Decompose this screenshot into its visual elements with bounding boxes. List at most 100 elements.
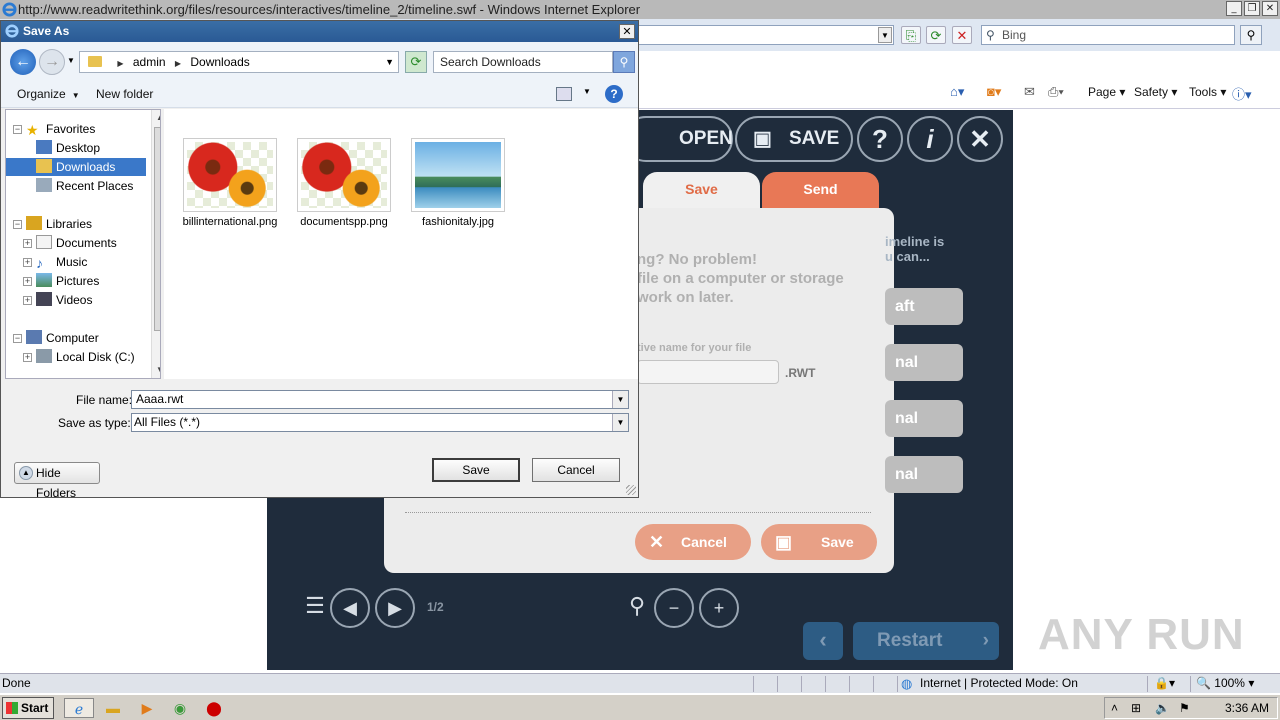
- ie-taskbar-icon[interactable]: ℯ: [64, 698, 94, 718]
- new-folder-button[interactable]: New folder: [96, 87, 153, 101]
- tab-send[interactable]: Send: [762, 172, 879, 210]
- chrome-icon[interactable]: ◉: [169, 698, 191, 718]
- flash-file-name-input[interactable]: [637, 360, 779, 384]
- breadcrumb-admin[interactable]: admin: [133, 55, 166, 69]
- close-window-button[interactable]: ✕: [1262, 1, 1278, 16]
- address-bar[interactable]: ▼: [638, 25, 894, 45]
- side-option-button[interactable]: nal: [885, 456, 963, 493]
- restore-button[interactable]: ❐: [1244, 1, 1260, 16]
- compatibility-icon[interactable]: ⎘: [901, 26, 921, 44]
- stop-icon[interactable]: ✕: [952, 26, 972, 44]
- flash-save-button[interactable]: ▣ Save: [761, 524, 877, 560]
- hide-folders-button[interactable]: ▲ Hide Folders: [14, 462, 100, 500]
- resize-grip-icon[interactable]: [626, 485, 636, 495]
- tray-expand-icon[interactable]: ˄: [1111, 698, 1118, 718]
- back-arrow-icon[interactable]: ‹: [803, 622, 843, 660]
- explorer-folder-icon[interactable]: ▬: [102, 698, 124, 718]
- save-toolbar-button[interactable]: ▣ SAVE: [735, 116, 853, 162]
- scroll-down-icon[interactable]: ▼: [152, 362, 160, 378]
- expand-icon[interactable]: +: [23, 353, 32, 362]
- tree-item-desktop[interactable]: Desktop: [36, 139, 100, 157]
- collapse-icon[interactable]: −: [13, 334, 22, 343]
- tree-item-music[interactable]: ♪ Music: [36, 253, 87, 271]
- save-as-type-select[interactable]: All Files (*.*) ▼: [131, 413, 629, 432]
- tools-menu[interactable]: Tools ▾: [1189, 85, 1226, 99]
- chevron-right-icon[interactable]: ▶: [117, 59, 123, 68]
- media-player-icon[interactable]: ▶: [136, 698, 158, 718]
- opera-icon[interactable]: ⬤: [203, 698, 225, 718]
- zoom-in-icon[interactable]: +: [699, 588, 739, 628]
- expand-icon[interactable]: +: [23, 239, 32, 248]
- flash-cancel-button[interactable]: ✕ Cancel: [635, 524, 751, 560]
- mail-icon[interactable]: ✉: [1024, 84, 1035, 100]
- volume-icon[interactable]: 🔈: [1155, 698, 1170, 718]
- list-view-icon[interactable]: ☰: [295, 588, 335, 628]
- address-dropdown-icon[interactable]: ▼: [878, 27, 892, 43]
- bing-search-input[interactable]: ⚲ Bing: [981, 25, 1235, 45]
- search-icon[interactable]: ⚲: [613, 51, 635, 73]
- zoom-out-icon[interactable]: −: [654, 588, 694, 628]
- view-dropdown-icon[interactable]: ▼: [583, 87, 591, 96]
- organize-button[interactable]: Organize ▼: [17, 87, 80, 101]
- tree-scrollbar[interactable]: ▲ ▼: [151, 110, 160, 378]
- cancel-button[interactable]: Cancel: [532, 458, 620, 482]
- clock[interactable]: 3:36 AM: [1225, 698, 1269, 718]
- tree-item-videos[interactable]: Videos: [36, 291, 92, 309]
- zoom-level[interactable]: 🔍 100% ▾: [1196, 674, 1254, 693]
- back-button[interactable]: ←: [10, 49, 36, 75]
- page-menu[interactable]: Page ▾: [1088, 85, 1125, 99]
- network-icon[interactable]: ⊞: [1131, 698, 1141, 718]
- protected-mode-icon[interactable]: 🔒▾: [1154, 674, 1175, 693]
- open-button[interactable]: OPEN: [623, 116, 733, 162]
- refresh-button[interactable]: ⟳: [405, 51, 427, 73]
- zoom-icon[interactable]: ⚲: [617, 588, 657, 628]
- file-item[interactable]: fashionitaly.jpg: [398, 138, 518, 228]
- info-round-button[interactable]: i: [907, 116, 953, 162]
- file-item[interactable]: billinternational.png: [170, 138, 290, 228]
- start-button[interactable]: Start: [2, 697, 54, 719]
- tree-item-pictures[interactable]: Pictures: [36, 272, 99, 290]
- side-option-button[interactable]: nal: [885, 344, 963, 381]
- close-round-button[interactable]: ✕: [957, 116, 1003, 162]
- side-option-button[interactable]: aft: [885, 288, 963, 325]
- expand-icon[interactable]: +: [23, 277, 32, 286]
- restart-button[interactable]: Restart ›: [853, 622, 999, 660]
- side-option-button[interactable]: nal: [885, 400, 963, 437]
- chevron-down-icon[interactable]: ▼: [612, 391, 628, 408]
- tree-item-downloads[interactable]: Downloads: [6, 158, 146, 176]
- scrollbar-thumb[interactable]: [154, 127, 160, 331]
- minimize-button[interactable]: _: [1226, 1, 1242, 16]
- chevron-right-icon[interactable]: ▶: [175, 59, 181, 68]
- tree-item-favorites[interactable]: ★ Favorites: [26, 120, 95, 138]
- tree-item-local-disk[interactable]: Local Disk (C:): [36, 348, 135, 366]
- file-name-input[interactable]: Aaaa.rwt ▼: [131, 390, 629, 409]
- help-icon[interactable]: ?: [605, 85, 623, 103]
- feeds-icon[interactable]: ◙▾: [987, 84, 1001, 100]
- change-view-icon[interactable]: [556, 87, 572, 101]
- chevron-down-icon[interactable]: ▼: [612, 414, 628, 431]
- dialog-close-button[interactable]: ✕: [619, 24, 635, 39]
- collapse-icon[interactable]: −: [13, 220, 22, 229]
- tree-item-recent-places[interactable]: Recent Places: [36, 177, 133, 195]
- refresh-icon[interactable]: ⟳: [926, 26, 946, 44]
- print-icon[interactable]: ⎙▾: [1048, 84, 1064, 100]
- forward-button[interactable]: →: [39, 49, 65, 75]
- save-button[interactable]: Save: [432, 458, 520, 482]
- help-menu-icon[interactable]: ⓘ▾: [1232, 84, 1252, 103]
- action-center-flag-icon[interactable]: ⚑: [1179, 698, 1190, 718]
- help-round-button[interactable]: ?: [857, 116, 903, 162]
- home-icon[interactable]: ⌂▾: [950, 84, 964, 100]
- tab-save[interactable]: Save: [643, 172, 760, 210]
- recent-pages-dropdown-icon[interactable]: ▼: [67, 56, 75, 65]
- breadcrumb-dropdown-icon[interactable]: ▼: [385, 52, 394, 72]
- collapse-icon[interactable]: −: [13, 125, 22, 134]
- search-button[interactable]: ⚲: [1240, 25, 1262, 45]
- tree-item-libraries[interactable]: Libraries: [26, 215, 92, 233]
- previous-page-icon[interactable]: ◀: [330, 588, 370, 628]
- breadcrumb[interactable]: ▶ admin ▶ Downloads ▼: [79, 51, 399, 73]
- tree-item-computer[interactable]: Computer: [26, 329, 99, 347]
- safety-menu[interactable]: Safety ▾: [1134, 85, 1177, 99]
- tree-item-documents[interactable]: Documents: [36, 234, 117, 252]
- expand-icon[interactable]: +: [23, 258, 32, 267]
- expand-icon[interactable]: +: [23, 296, 32, 305]
